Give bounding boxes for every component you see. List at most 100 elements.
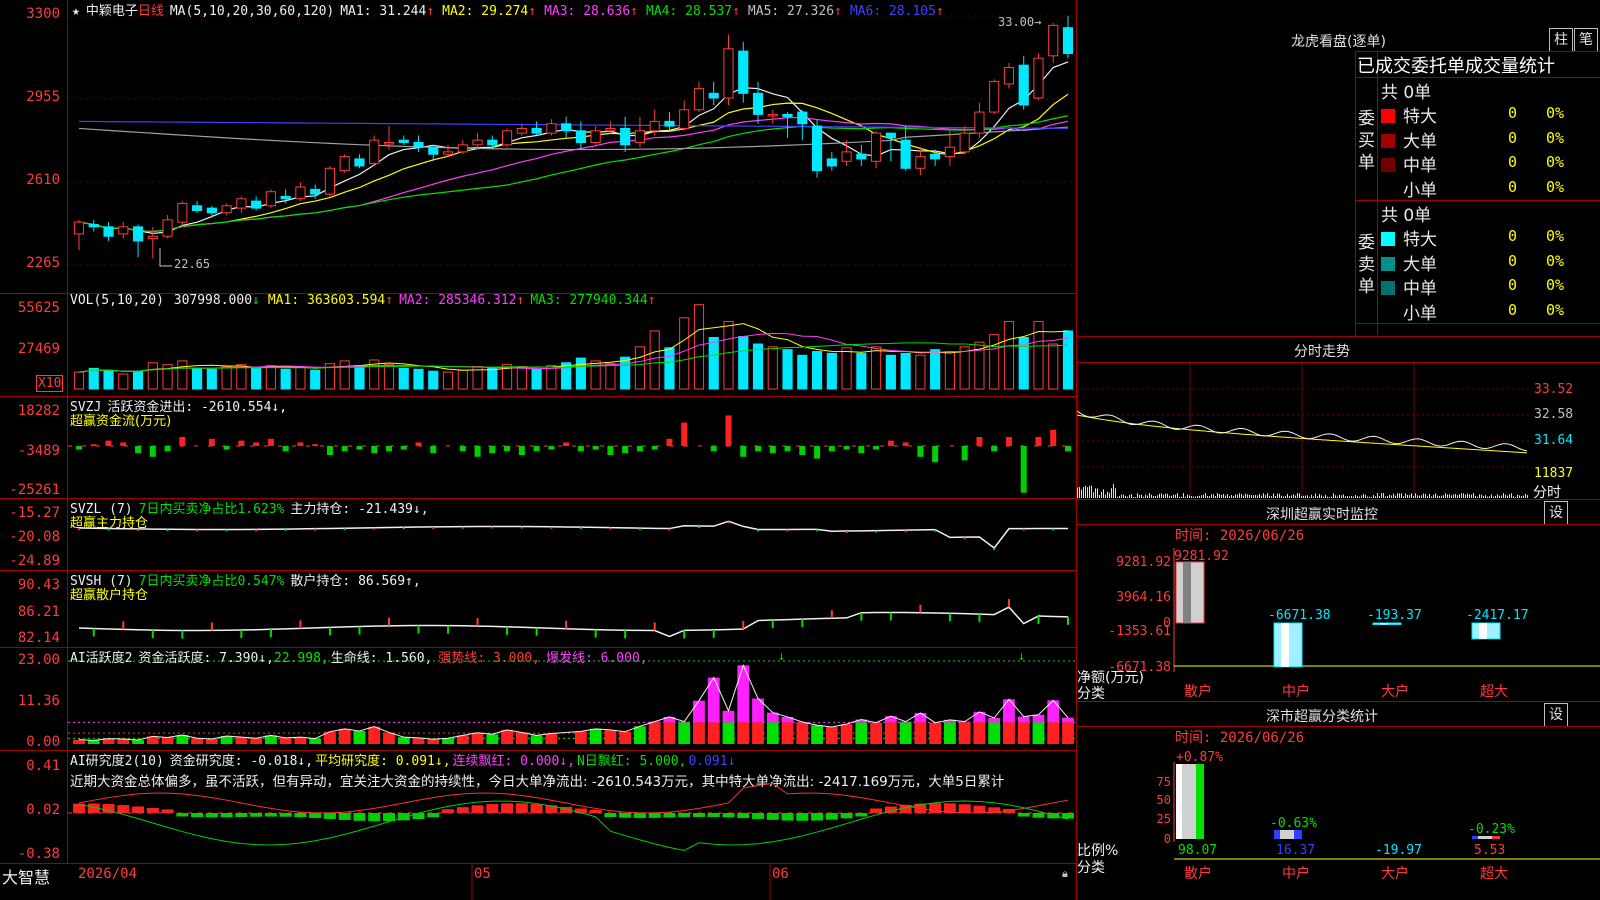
classify-category: 散户: [1184, 865, 1212, 882]
svzj-bar: [607, 446, 613, 455]
candle-up: [502, 131, 511, 145]
color-swatch: [1381, 183, 1395, 197]
monitor-bar-value: -6671.38: [1268, 608, 1331, 623]
candle-up: [960, 133, 969, 152]
candle-up: [591, 131, 600, 143]
intraday-volume-bar: [1255, 495, 1256, 498]
candle-down: [89, 225, 98, 227]
svzj-bar: [150, 446, 156, 457]
intraday-volume-bar: [1501, 495, 1502, 498]
intraday-volume-bar: [1191, 496, 1192, 498]
classify-bar-top: -0.23%: [1468, 822, 1515, 837]
color-swatch: [1381, 281, 1395, 295]
classify-settings-button[interactable]: 设: [1544, 703, 1568, 727]
ai2-burst-bar: [1047, 700, 1059, 722]
intraday-volume-bar: [1159, 494, 1160, 498]
candle-up: [1004, 68, 1013, 84]
ai2-burst-bar: [988, 718, 1000, 722]
ai-res-bar: [767, 813, 779, 820]
candle-down: [827, 159, 836, 166]
svsh-tick: [624, 630, 626, 638]
intraday-volume-bar: [1469, 494, 1470, 498]
intraday-volume-bar: [1107, 492, 1108, 498]
main-chart-area[interactable]: 3300 2955 2610 2265 ★ 中颖电子日线 MA(5,10,20,30…: [0, 0, 1077, 900]
monitor-axis-label: 9281.92: [1116, 555, 1171, 570]
volume-bar: [665, 348, 674, 389]
volume-bar: [886, 355, 895, 389]
intraday-volume-bar: [1223, 494, 1224, 498]
color-swatch: [1381, 158, 1395, 172]
intraday-volume-bar: [1119, 496, 1120, 498]
svzj-bar: [371, 446, 377, 453]
intraday-volume-bar: [1339, 495, 1340, 498]
monitor-axis-label: -6671.38: [1108, 660, 1171, 675]
intraday-volume-bar: [1105, 495, 1106, 498]
candle-up: [945, 147, 954, 156]
volume-bar: [901, 353, 910, 389]
classify-bar-accent: [1294, 830, 1302, 839]
volume-bar: [842, 348, 851, 389]
monitor-settings-button[interactable]: 设: [1544, 501, 1568, 525]
intraday-volume-bar: [1099, 495, 1100, 498]
intraday-volume-bar: [1167, 494, 1168, 498]
intraday-volume-bar: [1091, 486, 1092, 498]
ai2-bar: [782, 722, 794, 744]
intraday-volume-bar: [1471, 495, 1472, 498]
buy-orders-label: 委买单: [1358, 108, 1376, 174]
intraday-volume-bar: [1103, 489, 1104, 498]
intraday-axis-label: 32.58: [1534, 407, 1573, 422]
svzl-tick: [373, 528, 375, 530]
svzl-tick: [196, 529, 198, 531]
svzl-tick: [108, 528, 110, 530]
tick-mode-button[interactable]: 笔: [1574, 28, 1598, 52]
ai2-bar: [280, 738, 292, 744]
monitor-bar: [1274, 623, 1302, 667]
classify-bar-bottom: 98.07: [1178, 843, 1217, 858]
ai-res-bar: [590, 810, 602, 813]
intraday-volume-bar: [1445, 493, 1446, 498]
ai-res-bar: [250, 813, 262, 817]
intraday-title: 分时走势: [1077, 341, 1567, 361]
ai2-bar: [250, 738, 262, 744]
intraday-volume-bar: [1305, 496, 1306, 498]
order-pct: 0%: [1546, 153, 1564, 171]
svzj-bar: [1065, 446, 1071, 451]
volume-bar: [576, 358, 585, 389]
candle-up: [517, 128, 526, 133]
svzj-bar: [711, 446, 717, 451]
intraday-volume-bar: [1077, 488, 1078, 498]
svsh-tick: [211, 622, 213, 630]
intraday-volume-bar: [1343, 494, 1344, 498]
classify-bar-top: -0.63%: [1270, 816, 1317, 831]
intraday-volume-bar: [1321, 495, 1322, 498]
volume-bar: [872, 347, 881, 389]
intraday-volume-bar: [1121, 495, 1122, 498]
bar-mode-button[interactable]: 柱: [1549, 28, 1573, 52]
candle-down: [783, 114, 792, 116]
ai-res-bar: [472, 805, 484, 813]
intraday-volume-bar: [1145, 495, 1146, 498]
monitor-bar: [1176, 562, 1204, 623]
intraday-volume-bar: [1183, 493, 1184, 498]
intraday-volume-bar: [1153, 496, 1154, 498]
ai2-bar: [737, 722, 749, 744]
monitor-chart: 9281.923964.160-1353.61-6671.389281.92散户…: [1077, 540, 1600, 700]
intraday-volume-bar: [1241, 494, 1242, 498]
svzj-bar: [1006, 437, 1012, 446]
intraday-chart[interactable]: [1077, 363, 1533, 499]
candle-up: [370, 140, 379, 163]
candle-up: [384, 143, 393, 145]
intraday-volume-bar: [1131, 494, 1132, 498]
intraday-volume-bar: [1387, 496, 1388, 498]
intraday-volume-bar: [1417, 495, 1418, 498]
ai-res-bar: [368, 813, 380, 821]
classify-category: 超大: [1480, 866, 1508, 882]
svsh-tick: [418, 626, 420, 634]
svsh-tick: [565, 621, 567, 629]
candle-up: [1049, 25, 1058, 55]
volume-bar: [384, 365, 393, 389]
svzl-tick: [550, 527, 552, 529]
ai2-bar: [841, 724, 853, 744]
ai-res-bar: [1032, 813, 1044, 818]
ai-res-bar: [826, 813, 838, 820]
